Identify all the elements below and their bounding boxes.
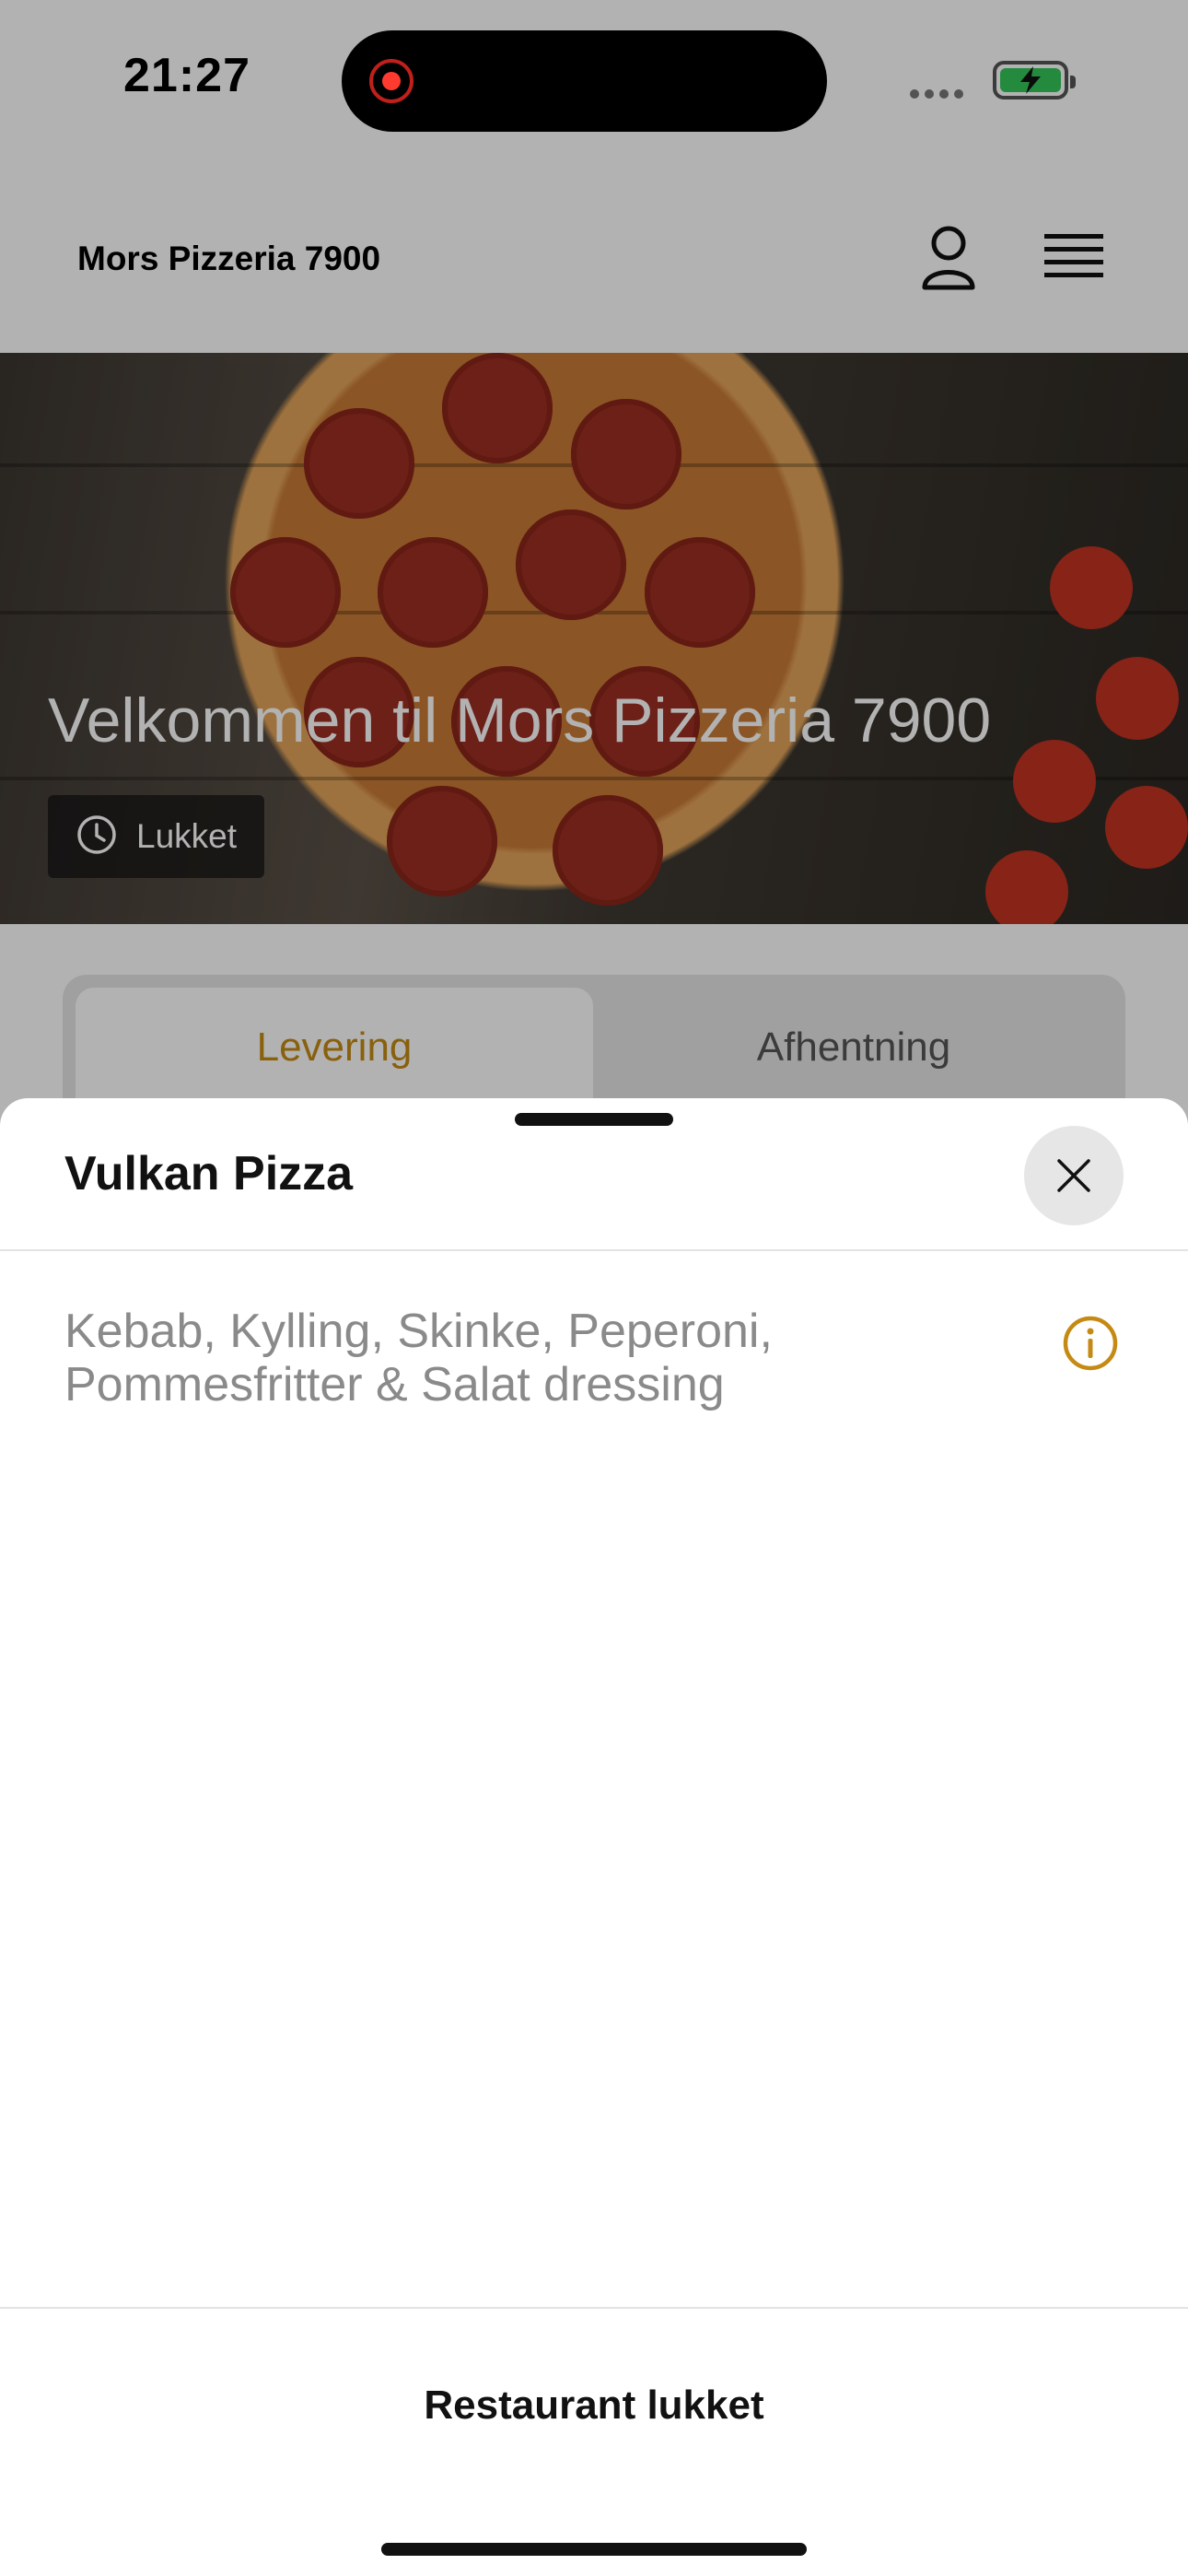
info-icon[interactable] (1061, 1314, 1120, 1377)
dynamic-island (342, 30, 827, 132)
footer-divider (0, 2307, 1188, 2309)
record-icon (369, 59, 413, 103)
sheet-grabber[interactable] (515, 1113, 673, 1126)
close-button[interactable] (1024, 1126, 1124, 1225)
sheet-divider (0, 1249, 1188, 1251)
home-indicator[interactable] (381, 2543, 807, 2556)
product-sheet: Vulkan Pizza Kebab, Kylling, Skinke, Pep… (0, 1098, 1188, 2576)
product-description: Kebab, Kylling, Skinke, Peperoni, Pommes… (64, 1305, 773, 1411)
product-title: Vulkan Pizza (64, 1147, 354, 1200)
restaurant-closed-button[interactable]: Restaurant lukket (0, 2383, 1188, 2429)
close-icon (1057, 1159, 1090, 1192)
